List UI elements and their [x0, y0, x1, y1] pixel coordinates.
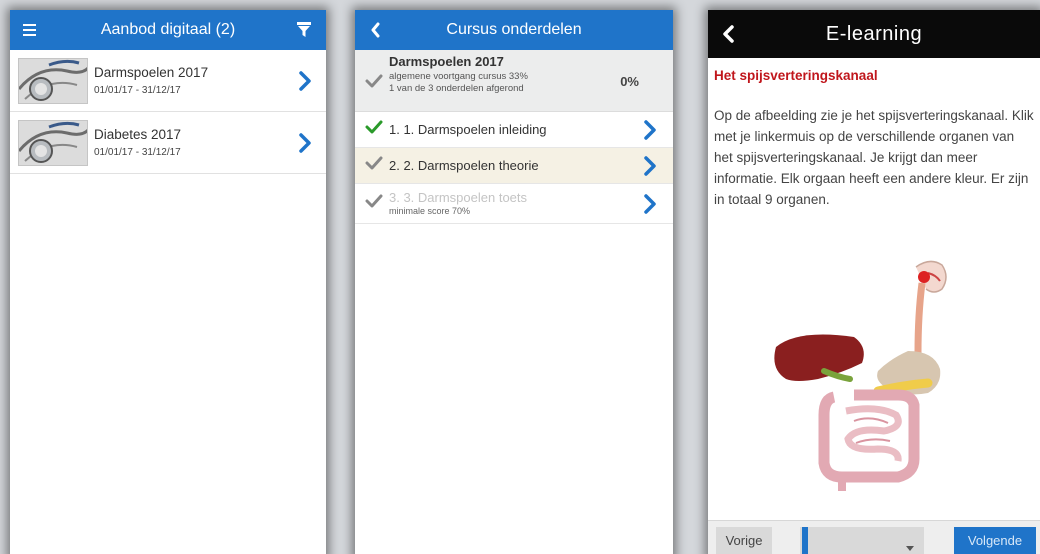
page-title: E-learning: [825, 23, 923, 45]
select-indicator: [802, 527, 808, 554]
chevron-right-icon[interactable]: [643, 193, 657, 214]
lesson-heading: Het spijsverteringskanaal: [714, 68, 878, 83]
course-title: Diabetes 2017: [94, 127, 182, 142]
checkmark-icon: [365, 194, 383, 213]
page-title: Cursus onderdelen: [446, 21, 582, 38]
chevron-right-icon[interactable]: [298, 132, 312, 153]
course-title: Darmspoelen 2017: [94, 65, 209, 80]
stethoscope-icon: [18, 57, 88, 104]
top-bar: E-learning: [708, 10, 1040, 58]
chevron-right-icon[interactable]: [643, 119, 657, 140]
course-part-label: 2. 2. Darmspoelen theorie: [389, 158, 539, 173]
course-title: Darmspoelen 2017: [389, 54, 504, 69]
filter-icon[interactable]: [286, 10, 322, 50]
top-bar: Aanbod digitaal (2): [10, 10, 326, 50]
chevron-right-icon[interactable]: [643, 155, 657, 176]
lesson-body-text: Op de afbeelding zie je het spijsverteri…: [714, 108, 1034, 207]
hamburger-icon[interactable]: [12, 10, 48, 50]
course-date: 01/01/17 - 31/12/17: [94, 147, 181, 158]
course-list-item[interactable]: Diabetes 2017 01/01/17 - 31/12/17: [10, 112, 326, 174]
lesson-footer: Vorige Volgende: [708, 520, 1040, 554]
checkmark-icon: [365, 156, 383, 175]
elearning-screen: E-learning Het spijsverteringskanaal Op …: [708, 10, 1040, 554]
chevron-left-icon[interactable]: [357, 10, 393, 50]
course-parts-screen: Cursus onderdelen Darmspoelen 2017 algem…: [355, 10, 673, 554]
course-list-screen: Aanbod digitaal (2) Darmspoelen 2017 01/…: [10, 10, 326, 554]
progress-percent: 0%: [620, 74, 639, 89]
page-title: Aanbod digitaal (2): [100, 21, 236, 38]
checkmark-icon: [365, 120, 383, 139]
course-part-item[interactable]: 1. 1. Darmspoelen inleiding: [355, 112, 673, 148]
minimum-score-text: minimale score 70%: [389, 206, 471, 216]
course-part-label: 1. 1. Darmspoelen inleiding: [389, 122, 547, 137]
top-bar: Cursus onderdelen: [355, 10, 673, 50]
course-part-item[interactable]: 3. 3. Darmspoelen toets minimale score 7…: [355, 184, 673, 224]
digestive-system-image[interactable]: [758, 255, 988, 495]
previous-button[interactable]: Vorige: [716, 527, 772, 554]
course-list-item[interactable]: Darmspoelen 2017 01/01/17 - 31/12/17: [10, 50, 326, 112]
course-summary: Darmspoelen 2017 algemene voortgang curs…: [355, 50, 673, 112]
course-date: 01/01/17 - 31/12/17: [94, 85, 181, 96]
caret-down-icon: [906, 538, 914, 554]
chevron-right-icon[interactable]: [298, 70, 312, 91]
stethoscope-icon: [18, 119, 88, 166]
course-part-item[interactable]: 2. 2. Darmspoelen theorie: [355, 148, 673, 184]
course-part-label: 3. 3. Darmspoelen toets: [389, 190, 528, 205]
next-button[interactable]: Volgende: [954, 527, 1036, 554]
checkmark-icon: [365, 74, 383, 93]
page-select[interactable]: [800, 527, 924, 554]
